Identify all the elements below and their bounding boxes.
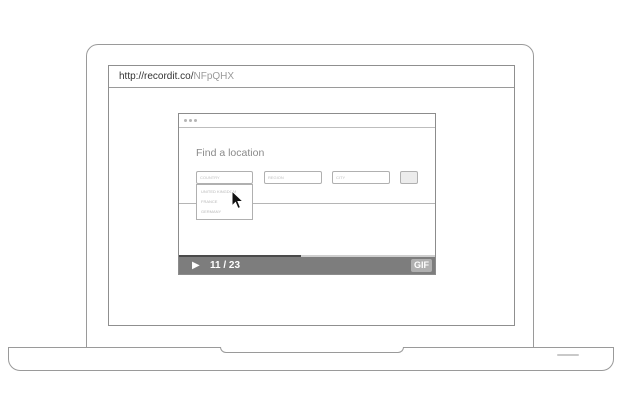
search-button <box>400 171 418 184</box>
frame-counter: 11 / 23 <box>210 260 241 271</box>
power-indicator <box>557 354 579 356</box>
window-controls <box>184 119 199 123</box>
address-path: NFpQHX <box>193 71 235 82</box>
form-title: Find a location <box>196 147 265 159</box>
laptop-base <box>8 347 614 371</box>
laptop-screen: http://recordit.co/NFpQHX Find a locatio… <box>108 65 515 326</box>
recorded-browser-window: Find a location COUNTRY REGION CITY UNIT… <box>178 113 436 275</box>
city-field: CITY <box>332 171 390 184</box>
address-bar[interactable]: http://recordit.co/NFpQHX <box>109 66 514 88</box>
laptop-base-notch <box>220 347 404 353</box>
gif-button[interactable]: GIF <box>411 259 432 272</box>
maximize-dot-icon <box>194 119 197 122</box>
country-field: COUNTRY <box>196 171 253 184</box>
player-controls: ▶ 11 / 23 GIF <box>179 255 435 274</box>
close-dot-icon <box>184 119 187 122</box>
play-icon[interactable]: ▶ <box>192 257 200 274</box>
browser-toolbar-divider <box>179 127 435 128</box>
mouse-cursor-icon <box>231 190 245 210</box>
minimize-dot-icon <box>189 119 192 122</box>
address-domain: http://recordit.co/ <box>119 71 194 82</box>
region-field: REGION <box>264 171 322 184</box>
